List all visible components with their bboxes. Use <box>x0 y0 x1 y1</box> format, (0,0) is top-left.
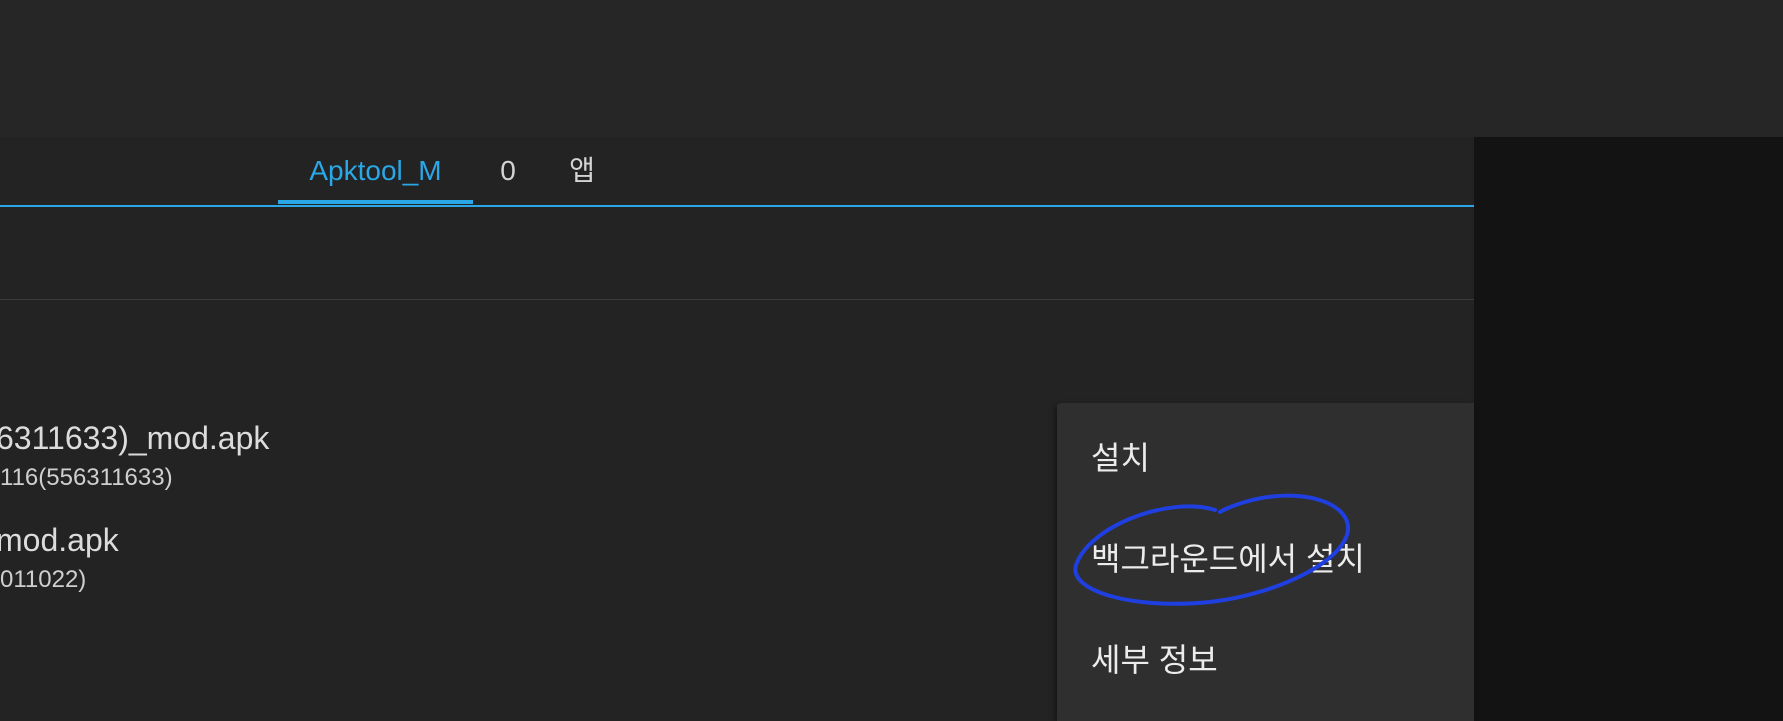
tab-bar: Apktool_M 0 앱 <box>0 137 1474 207</box>
menu-item-details[interactable]: 세부 정보 <box>1091 635 1218 681</box>
file-name: mod.apk <box>0 522 119 558</box>
file-version: 011022) <box>0 566 87 593</box>
file-item[interactable]: 6311633)_mod.apk 116(556311633) <box>0 420 1000 500</box>
tab-apktool-m[interactable]: Apktool_M <box>278 137 473 205</box>
tab-apps[interactable]: 앱 <box>560 137 604 205</box>
top-bar <box>0 0 1783 137</box>
side-panel <box>1474 137 1783 721</box>
menu-item-install[interactable]: 설치 <box>1091 433 1150 479</box>
file-name: 6311633)_mod.apk <box>0 420 270 456</box>
tab-0[interactable]: 0 <box>490 137 526 205</box>
active-tab-indicator <box>278 200 473 204</box>
toolbar <box>0 207 1474 299</box>
file-version: 116(556311633) <box>0 464 173 491</box>
menu-item-install-background[interactable]: 백그라운드에서 설치 <box>1091 534 1365 580</box>
file-item[interactable]: mod.apk 011022) <box>0 522 1000 602</box>
context-menu: 설치 백그라운드에서 설치 세부 정보 <box>1057 403 1474 721</box>
